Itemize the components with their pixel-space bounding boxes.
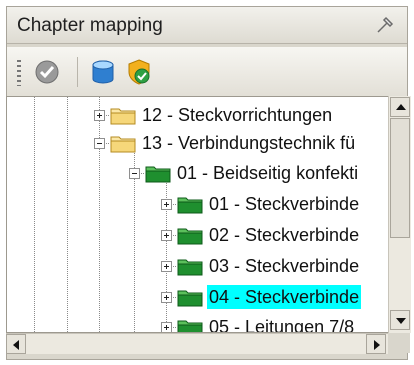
green-folder-icon bbox=[145, 166, 171, 183]
panel-titlebar: Chapter mapping bbox=[7, 7, 407, 44]
toolbar-grip[interactable] bbox=[17, 60, 21, 86]
tree-node-label[interactable]: 05 - Leitungen 7/8 bbox=[207, 315, 356, 332]
scroll-up-button[interactable] bbox=[390, 97, 410, 117]
tree-node-label[interactable]: 03 - Steckverbinde bbox=[207, 254, 361, 278]
green-folder-icon bbox=[177, 228, 203, 245]
green-folder-icon bbox=[177, 290, 203, 307]
green-folder-icon bbox=[177, 320, 203, 332]
expand-icon[interactable] bbox=[161, 322, 172, 332]
scrollbar-corner bbox=[388, 333, 410, 353]
expand-icon[interactable] bbox=[161, 199, 172, 210]
scroll-left-button[interactable] bbox=[6, 334, 26, 354]
scroll-down-button[interactable] bbox=[390, 310, 410, 330]
check-circle-icon[interactable] bbox=[33, 58, 61, 86]
tree-node-label[interactable]: 13 - Verbindungstechnik fü bbox=[140, 131, 357, 155]
scroll-right-button[interactable] bbox=[366, 334, 386, 354]
tree-node-label[interactable]: 12 - Steckvorrichtungen bbox=[140, 103, 334, 127]
green-folder-icon bbox=[177, 197, 203, 214]
expand-icon[interactable] bbox=[94, 110, 105, 121]
tree-node-label[interactable]: 02 - Steckverbinde bbox=[207, 223, 361, 247]
scroll-thumb[interactable] bbox=[390, 118, 410, 238]
database-icon[interactable] bbox=[89, 58, 117, 86]
panel-title: Chapter mapping bbox=[17, 15, 163, 36]
horizontal-scrollbar[interactable] bbox=[6, 333, 388, 354]
tree-guide-line bbox=[67, 97, 68, 332]
tree-node-label[interactable]: 01 - Beidseitig konfekti bbox=[175, 161, 360, 185]
collapse-icon[interactable] bbox=[94, 138, 105, 149]
chapter-tree[interactable]: 12 - Steckvorrichtungen 13 - Verbindungst… bbox=[6, 96, 391, 333]
collapse-icon[interactable] bbox=[129, 168, 140, 179]
toolbar-separator bbox=[77, 57, 78, 87]
expand-icon[interactable] bbox=[161, 230, 172, 241]
toolbar bbox=[7, 47, 407, 98]
shield-check-icon[interactable] bbox=[125, 58, 153, 86]
expand-icon[interactable] bbox=[161, 292, 172, 303]
green-folder-icon bbox=[177, 259, 203, 276]
pin-icon[interactable] bbox=[375, 15, 395, 35]
tree-guide-line bbox=[166, 171, 167, 332]
folder-open-icon bbox=[110, 136, 136, 153]
tree-node-label[interactable]: 01 - Steckverbinde bbox=[207, 192, 361, 216]
expand-icon[interactable] bbox=[161, 261, 172, 272]
tree-guide-line bbox=[34, 97, 35, 332]
vertical-scrollbar[interactable] bbox=[388, 96, 411, 333]
folder-icon bbox=[110, 108, 136, 125]
tree-guide-line bbox=[99, 97, 100, 332]
tree-node-label-selected[interactable]: 04 - Steckverbinde bbox=[207, 285, 362, 309]
